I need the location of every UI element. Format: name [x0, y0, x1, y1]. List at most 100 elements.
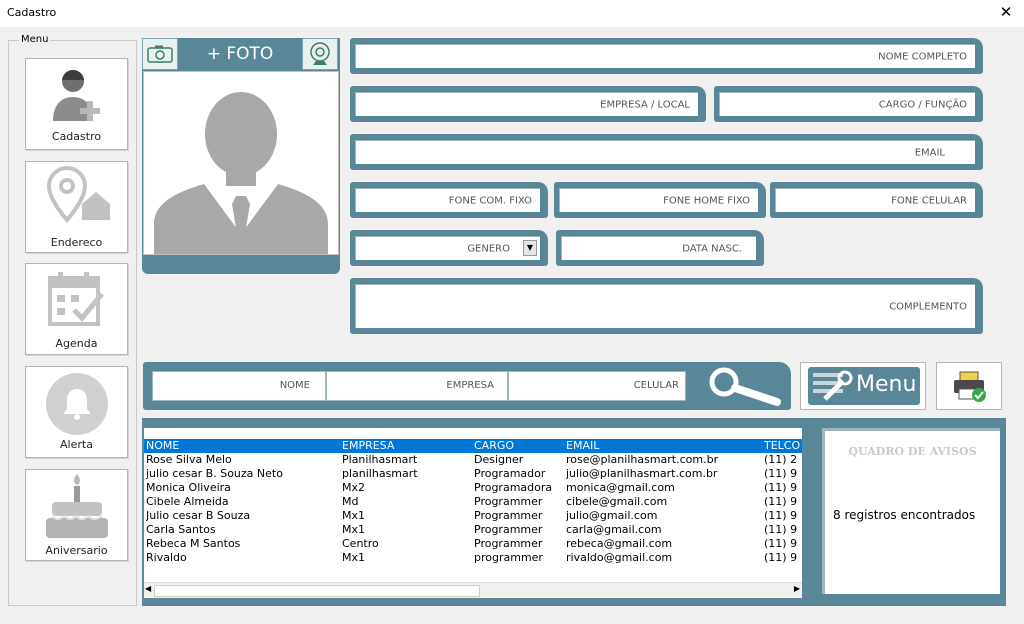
search-empresa-input[interactable]: EMPRESA — [326, 371, 508, 401]
cadastro-button[interactable]: Cadastro — [25, 58, 128, 150]
search-nome-input[interactable]: NOME — [152, 371, 326, 401]
fone-celular-label: FONE CELULAR — [891, 195, 967, 206]
column-cargo: CARGO — [474, 439, 515, 452]
menu-button[interactable]: Menu — [800, 362, 926, 410]
cell-email: julio@planilhasmart.com.br — [566, 467, 718, 480]
bell-icon — [45, 373, 108, 435]
cell-telco: (11) 9 — [764, 523, 798, 536]
photo-frame[interactable] — [143, 71, 339, 255]
genero-label: GENERO — [467, 243, 510, 254]
cell-nome: Carla Santos — [146, 523, 216, 536]
search-icon[interactable] — [699, 366, 785, 406]
list-item[interactable]: Rivaldo Mx1 programmer rivaldo@gmail.com… — [144, 551, 802, 565]
cell-nome: Cibele Almeida — [146, 495, 229, 508]
cell-empresa: Mx2 — [342, 481, 365, 494]
genero-dropdown[interactable]: GENERO ▼ — [350, 230, 548, 266]
user-add-icon — [52, 69, 100, 121]
menu-group: Menu Cadastro Endereco Agenda Alerta Ani… — [8, 34, 137, 606]
empresa-field[interactable]: EMPRESA / LOCAL — [350, 86, 706, 122]
cell-email: cibele@gmail.com — [566, 495, 668, 508]
scroll-left-icon[interactable]: ◀ — [145, 584, 151, 593]
print-button[interactable] — [936, 362, 1002, 410]
aniversario-button[interactable]: Aniversario — [25, 469, 128, 561]
cell-cargo: programmer — [474, 551, 543, 564]
column-nome: NOME — [146, 439, 180, 452]
list-item[interactable]: Cibele Almeida Md Programmer cibele@gmai… — [144, 495, 802, 509]
cargo-label: CARGO / FUNÇÃO — [878, 99, 967, 110]
cell-cargo: Programmer — [474, 509, 543, 522]
search-celular-label: CELULAR — [633, 380, 679, 391]
title-bar: Cadastro ✕ — [0, 0, 1024, 27]
cell-cargo: Programmer — [474, 495, 543, 508]
list-item[interactable]: Julio cesar B Souza Mx1 Programmer julio… — [144, 509, 802, 523]
chevron-down-icon[interactable]: ▼ — [523, 240, 537, 256]
list-item[interactable]: julio cesar B. Souza Neto planilhasmart … — [144, 467, 802, 481]
cell-email: rose@planilhasmart.com.br — [566, 453, 719, 466]
aniversario-label: Aniversario — [45, 544, 108, 557]
list-item[interactable]: Rebeca M Santos Centro Programmer rebeca… — [144, 537, 802, 551]
printer-icon — [954, 371, 986, 402]
list-item[interactable]: Rose Silva Melo Planilhasmart Designer r… — [144, 453, 802, 467]
search-nome-label: NOME — [279, 380, 310, 391]
complemento-field[interactable]: COMPLEMENTO — [350, 278, 983, 334]
nome-completo-field[interactable]: NOME COMPLETO — [350, 38, 983, 74]
cell-telco: (11) 9 — [764, 509, 798, 522]
cell-email: monica@gmail.com — [566, 481, 675, 494]
column-telco: TELCO — [764, 439, 801, 452]
agenda-button[interactable]: Agenda — [25, 263, 128, 355]
add-photo-button[interactable]: + FOTO — [180, 38, 300, 70]
complemento-label: COMPLEMENTO — [889, 301, 967, 312]
cell-telco: (11) 9 — [764, 495, 798, 508]
records-list[interactable]: NOME EMPRESA CARGO EMAIL TELCO Rose Silv… — [144, 428, 802, 598]
endereco-button[interactable]: Endereco — [25, 161, 128, 253]
data-nasc-field[interactable]: DATA NASC. — [556, 230, 764, 266]
records-panel: NOME EMPRESA CARGO EMAIL TELCO Rose Silv… — [142, 418, 1006, 606]
list-header: NOME EMPRESA CARGO EMAIL TELCO — [144, 439, 802, 453]
cell-email: julio@gmail.com — [566, 509, 658, 522]
cell-cargo: Programadora — [474, 481, 553, 494]
cell-nome: Rivaldo — [146, 551, 187, 564]
email-field[interactable]: EMAIL — [350, 134, 983, 170]
cell-email: rebeca@gmail.com — [566, 537, 673, 550]
email-label: EMAIL — [914, 147, 945, 158]
webcam-icon[interactable] — [302, 38, 338, 70]
birthday-cake-icon — [45, 474, 108, 538]
cell-cargo: Designer — [474, 453, 524, 466]
fone-com-field[interactable]: FONE COM. FIXO — [350, 182, 548, 218]
cell-nome: Rebeca M Santos — [146, 537, 241, 550]
fone-home-field[interactable]: FONE HOME FIXO — [554, 182, 766, 218]
horizontal-scrollbar[interactable]: ◀ ▶ — [144, 582, 802, 598]
camera-icon[interactable] — [142, 38, 178, 70]
close-icon[interactable]: ✕ — [996, 2, 1016, 22]
empresa-label: EMPRESA / LOCAL — [600, 99, 690, 110]
cell-telco: (11) 9 — [764, 551, 798, 564]
agenda-label: Agenda — [55, 337, 98, 350]
scroll-thumb[interactable] — [154, 585, 480, 597]
cell-cargo: Programmer — [474, 537, 543, 550]
cell-empresa: Centro — [342, 537, 379, 550]
cell-nome: Monica Oliveira — [146, 481, 231, 494]
cell-email: rivaldo@gmail.com — [566, 551, 673, 564]
cell-empresa: Md — [342, 495, 359, 508]
list-item[interactable]: Monica Oliveira Mx2 Programadora monica@… — [144, 481, 802, 495]
search-celular-input[interactable]: CELULAR — [508, 371, 686, 401]
menu-button-label: Menu — [856, 372, 917, 397]
fone-home-label: FONE HOME FIXO — [663, 195, 750, 206]
cell-telco: (11) 9 — [764, 537, 798, 550]
cell-nome: julio cesar B. Souza Neto — [146, 467, 283, 480]
photo-panel: + FOTO — [142, 38, 340, 274]
cell-telco: (11) 2 — [764, 453, 798, 466]
cell-empresa: Mx1 — [342, 551, 365, 564]
location-home-icon — [46, 165, 110, 223]
person-avatar — [154, 92, 328, 254]
fone-celular-field[interactable]: FONE CELULAR — [770, 182, 983, 218]
scroll-right-icon[interactable]: ▶ — [794, 584, 800, 593]
cell-nome: Julio cesar B Souza — [146, 509, 251, 522]
notice-board: QUADRO DE AVISOS 8 registros encontrados — [822, 428, 1000, 594]
list-item[interactable]: Carla Santos Mx1 Programmer carla@gmail.… — [144, 523, 802, 537]
menu-legend: Menu — [19, 34, 51, 45]
cell-cargo: Programador — [474, 467, 546, 480]
alerta-button[interactable]: Alerta — [25, 366, 128, 458]
cargo-field[interactable]: CARGO / FUNÇÃO — [714, 86, 983, 122]
data-nasc-label: DATA NASC. — [682, 243, 742, 254]
